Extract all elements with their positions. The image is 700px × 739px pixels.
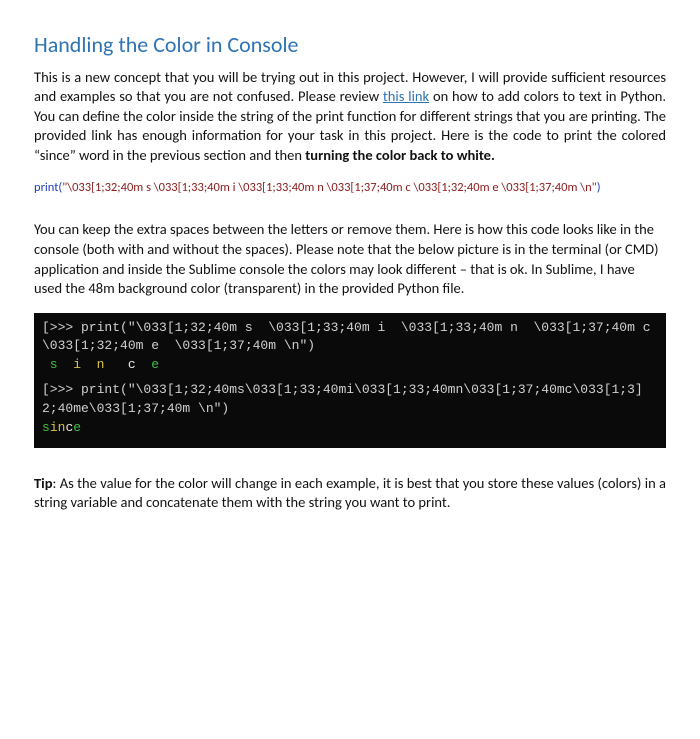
code-close-paren: ): [597, 180, 601, 195]
out2-e: e: [73, 420, 81, 435]
terminal-line-4: 2;40me\033[1;37;40m \n"): [42, 401, 229, 416]
tip-paragraph: Tip: As the value for the color will cha…: [34, 474, 666, 513]
terminal-line-2: \033[1;32;40m e \033[1;37;40m \n"): [42, 338, 315, 353]
out-e: e: [136, 357, 159, 372]
terminal-screenshot: [>>> print("\033[1;32;40m s \033[1;33;40…: [34, 313, 666, 448]
code-string-arg: "\033[1;32;40m s \033[1;33;40m i \033[1;…: [62, 180, 596, 195]
middle-paragraph: You can keep the extra spaces between th…: [34, 220, 666, 298]
out-i: i: [58, 357, 81, 372]
section-heading: Handling the Color in Console: [34, 30, 666, 60]
external-link[interactable]: this link: [383, 87, 429, 105]
tip-label: Tip: [34, 474, 53, 492]
terminal-output-spaced: s i n c e: [42, 357, 159, 372]
inline-code-sample: print("\033[1;32;40m s \033[1;33;40m i \…: [34, 180, 666, 197]
out2-i: i: [50, 420, 58, 435]
terminal-output-compact: since: [42, 420, 81, 435]
terminal-line-1: [>>> print("\033[1;32;40m s \033[1;33;40…: [42, 320, 666, 335]
terminal-line-3: [>>> print("\033[1;32;40ms\033[1;33;40mi…: [42, 382, 643, 397]
out-s: s: [42, 357, 58, 372]
code-print-func: print(: [34, 180, 62, 195]
intro-paragraph: This is a new concept that you will be t…: [34, 68, 666, 166]
tip-body: : As the value for the color will change…: [34, 474, 666, 512]
intro-bold-tail: turning the color back to white.: [305, 146, 495, 164]
out2-s: s: [42, 420, 50, 435]
out-n: n: [81, 357, 104, 372]
out-c: c: [104, 357, 135, 372]
